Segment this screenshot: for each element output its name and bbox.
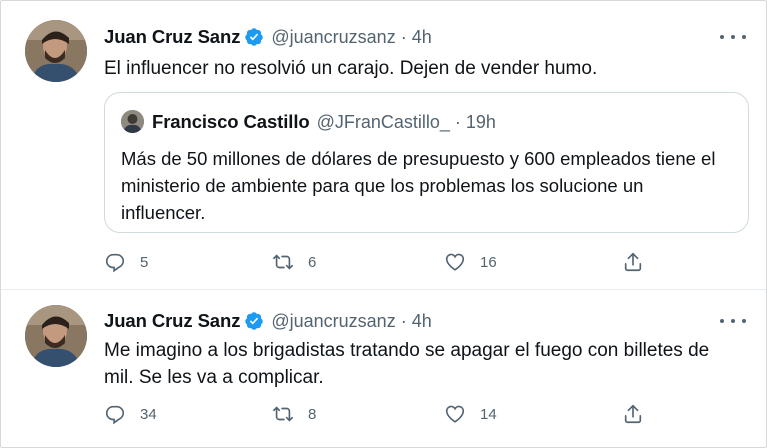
verified-badge-icon [244,311,264,331]
tweet-actions: 34 8 14 [104,401,664,427]
avatar[interactable] [25,305,87,367]
author-handle[interactable]: @juancruzsanz [271,27,395,48]
like-icon [445,253,465,271]
tweet-header: Juan Cruz Sanz @juancruzsanz · 4h [104,25,432,49]
like-count: 14 [480,405,497,423]
reply-button[interactable]: 34 [104,401,157,427]
separator: · [454,111,461,132]
retweet-button[interactable]: 8 [272,401,316,427]
quoted-tweet[interactable]: Francisco Castillo @JFranCastillo_ · 19h… [104,92,749,233]
author-name[interactable]: Juan Cruz Sanz [104,310,240,332]
more-options-icon[interactable] [720,311,746,331]
quoted-author-name[interactable]: Francisco Castillo [152,111,310,133]
timeline: Juan Cruz Sanz @juancruzsanz · 4h El inf… [0,0,767,448]
retweet-icon [273,406,293,422]
like-icon [445,405,465,423]
share-icon [624,252,642,272]
tweet[interactable]: Juan Cruz Sanz @juancruzsanz · 4h Me ima… [1,290,766,447]
quoted-text: Más de 50 millones de dólares de presupu… [121,148,716,223]
timestamp[interactable]: 4h [412,311,432,332]
reply-button[interactable]: 5 [104,249,148,275]
avatar[interactable] [25,20,87,82]
reply-count: 5 [140,253,149,271]
like-button[interactable]: 14 [444,401,497,427]
share-button[interactable] [622,249,644,275]
like-button[interactable]: 16 [444,249,497,275]
tweet-text: El influencer no resolvió un carajo. Dej… [104,58,598,79]
tweet-text: Me imagino a los brigadistas tratando se… [104,340,710,388]
retweet-count: 6 [308,253,317,271]
reply-icon [105,405,125,425]
reply-count: 34 [140,405,157,423]
author-name[interactable]: Juan Cruz Sanz [104,26,240,48]
retweet-count: 8 [308,405,317,423]
quoted-header: Francisco Castillo @JFranCastillo_ · 19h [152,110,496,134]
timestamp[interactable]: 4h [412,27,432,48]
quoted-avatar[interactable] [121,110,144,133]
separator: · [400,310,407,331]
quoted-author-handle[interactable]: @JFranCastillo_ [317,112,450,133]
tweet-header: Juan Cruz Sanz @juancruzsanz · 4h [104,309,432,333]
author-handle[interactable]: @juancruzsanz [271,311,395,332]
share-button[interactable] [622,401,644,427]
tweet[interactable]: Juan Cruz Sanz @juancruzsanz · 4h El inf… [1,1,766,289]
retweet-button[interactable]: 6 [272,249,316,275]
tweet-actions: 5 6 16 [104,249,664,275]
retweet-icon [273,254,293,270]
separator: · [400,26,407,47]
verified-badge-icon [244,27,264,47]
like-count: 16 [480,253,497,271]
share-icon [624,404,642,424]
reply-icon [105,253,125,273]
quoted-timestamp[interactable]: 19h [466,112,496,133]
more-options-icon[interactable] [720,27,746,47]
